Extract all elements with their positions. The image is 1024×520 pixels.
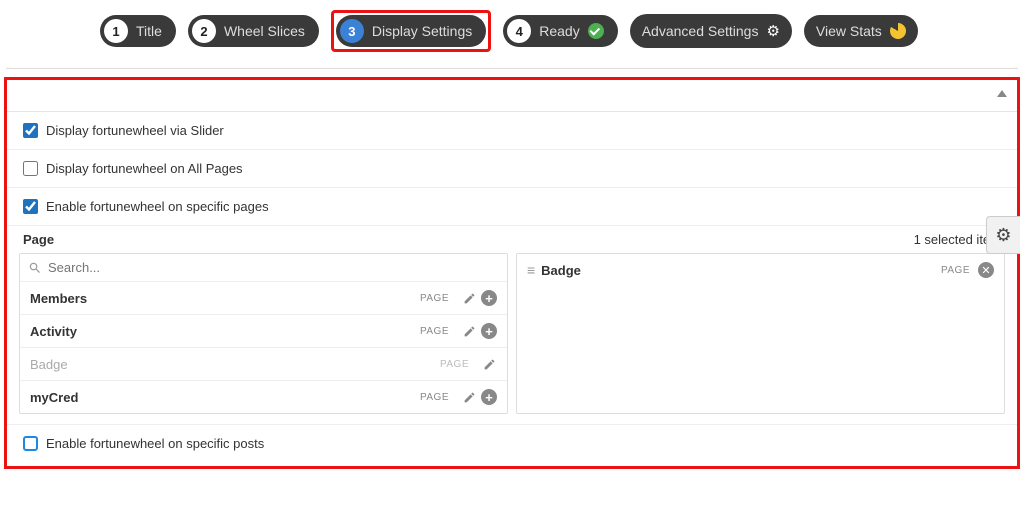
search-row[interactable] xyxy=(20,254,507,282)
option-specific-pages[interactable]: Enable fortunewheel on specific pages xyxy=(7,188,1017,226)
option-slider[interactable]: Display fortunewheel via Slider xyxy=(7,112,1017,150)
checkbox-all-pages[interactable] xyxy=(23,161,38,176)
search-icon xyxy=(28,261,42,275)
accordion-header[interactable] xyxy=(7,84,1017,112)
add-icon[interactable]: + xyxy=(481,389,497,405)
add-icon[interactable]: + xyxy=(481,323,497,339)
chevron-up-icon xyxy=(997,90,1007,97)
step-display-settings[interactable]: 3Display Settings xyxy=(336,15,486,47)
selected-item[interactable]: ≡ Badge PAGE ✕ xyxy=(517,254,1004,286)
checkbox-specific-posts[interactable] xyxy=(23,436,38,451)
page-label: Page xyxy=(23,232,54,247)
edit-icon[interactable] xyxy=(461,323,477,339)
settings-panel: Display fortunewheel via Slider Display … xyxy=(4,77,1020,469)
wizard-steps: 1Title 2Wheel Slices 3Display Settings 4… xyxy=(0,0,1024,68)
checkbox-slider[interactable] xyxy=(23,123,38,138)
gear-icon: ⚙ xyxy=(766,22,779,40)
piechart-icon xyxy=(890,23,906,39)
drag-handle-icon[interactable]: ≡ xyxy=(527,262,533,278)
view-stats-button[interactable]: View Stats xyxy=(804,15,918,47)
step-title[interactable]: 1Title xyxy=(100,15,176,47)
edit-icon[interactable] xyxy=(461,389,477,405)
page-section-header: Page 1 selected item xyxy=(7,226,1017,253)
add-icon[interactable]: + xyxy=(481,290,497,306)
list-item[interactable]: myCred PAGE + xyxy=(20,381,507,413)
divider xyxy=(6,68,1018,69)
step-wheel-slices[interactable]: 2Wheel Slices xyxy=(188,15,319,47)
check-icon xyxy=(588,23,604,39)
option-all-pages[interactable]: Display fortunewheel on All Pages xyxy=(7,150,1017,188)
list-item[interactable]: Activity PAGE + xyxy=(20,315,507,348)
option-specific-posts[interactable]: Enable fortunewheel on specific posts xyxy=(7,424,1017,462)
advanced-settings-button[interactable]: Advanced Settings⚙ xyxy=(630,14,792,48)
floating-settings-button[interactable]: ⚙ xyxy=(986,216,1020,254)
remove-icon[interactable]: ✕ xyxy=(978,262,994,278)
list-item[interactable]: Members PAGE + xyxy=(20,282,507,315)
edit-icon[interactable] xyxy=(481,356,497,372)
selected-pages-list: ≡ Badge PAGE ✕ xyxy=(516,253,1005,414)
checkbox-specific-pages[interactable] xyxy=(23,199,38,214)
step-ready[interactable]: 4Ready xyxy=(503,15,617,47)
search-input[interactable] xyxy=(48,260,499,275)
list-item: Badge PAGE xyxy=(20,348,507,381)
available-pages-list: Members PAGE + Activity PAGE + Badge PAG… xyxy=(19,253,508,414)
edit-icon[interactable] xyxy=(461,290,477,306)
gear-icon: ⚙ xyxy=(995,225,1011,246)
